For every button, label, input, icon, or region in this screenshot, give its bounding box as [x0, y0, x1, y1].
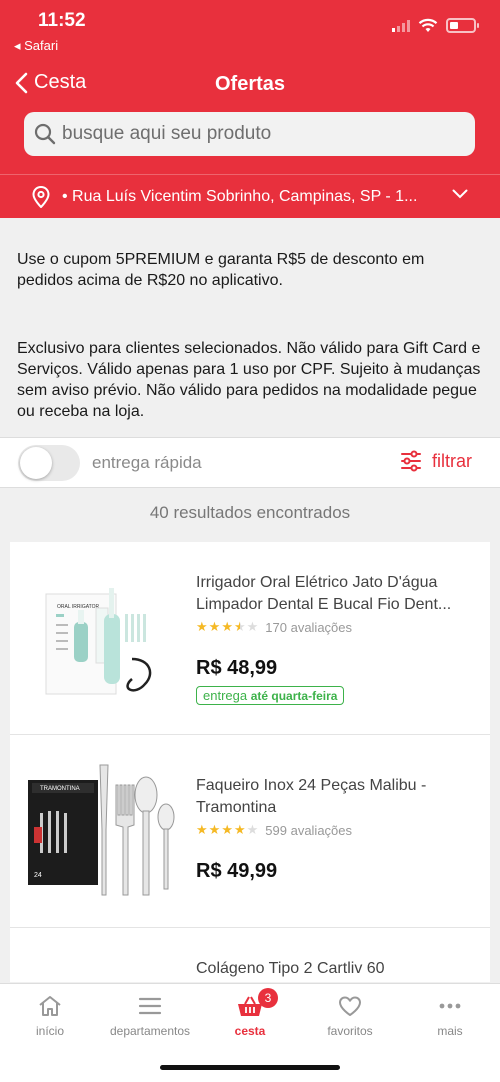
cart-count-badge: 3: [258, 988, 278, 1008]
product-price: R$ 49,99: [196, 860, 278, 882]
product-name[interactable]: Faqueiro Inox 24 Peças Malibu - Tramonti…: [196, 775, 476, 819]
tab-cesta[interactable]: 3 cesta: [200, 988, 300, 1038]
search-input[interactable]: busque aqui seu produto: [24, 112, 475, 156]
tab-label: favoritos: [327, 1024, 373, 1038]
star-icon: ★: [208, 619, 221, 634]
star-icon: ★: [196, 619, 208, 634]
star-icon: ★: [196, 822, 208, 837]
product-price: R$ 48,99: [196, 657, 278, 679]
star-icon: ★: [221, 619, 233, 634]
wifi-icon: [418, 18, 438, 32]
tab-inicio[interactable]: início: [0, 994, 100, 1038]
home-indicator: [160, 1065, 340, 1070]
nav-bar: Cesta Ofertas: [0, 62, 500, 106]
status-bar: 11:52 ◂ Safari: [0, 0, 500, 58]
product-list: ORAL IRRIGATOR Irrigador Oral Elétrico J…: [10, 542, 490, 982]
more-icon: [439, 1003, 461, 1009]
filter-row: entrega rápida filtrar: [0, 437, 500, 488]
product-name[interactable]: Colágeno Tipo 2 Cartliv 60: [196, 958, 476, 980]
box-label: ORAL IRRIGATOR: [57, 604, 100, 610]
filter-label: filtrar: [432, 450, 472, 471]
tab-label: cesta: [234, 1024, 266, 1038]
box-count: 24: [34, 872, 42, 879]
star-icon: ★: [246, 822, 259, 837]
brand-label: TRAMONTINA: [40, 786, 80, 792]
review-count: 599 avaliações: [265, 822, 353, 838]
chevron-down-icon: [452, 189, 468, 199]
product-rating: ★ ★ ★ ★ ★ 170 avaliações: [196, 619, 476, 635]
tab-favoritos[interactable]: favoritos: [300, 994, 400, 1038]
menu-icon: [138, 997, 162, 1015]
delivery-badge: entrega até quarta-feira: [196, 686, 345, 705]
status-time: 11:52: [38, 10, 86, 31]
star-icon: ★: [233, 822, 246, 837]
home-icon: [39, 996, 61, 1016]
filter-button[interactable]: filtrar: [400, 450, 472, 472]
address-selector[interactable]: • Rua Luís Vicentim Sobrinho, Campinas, …: [0, 174, 500, 218]
search-placeholder: busque aqui seu produto: [62, 123, 272, 144]
product-rating: ★ ★ ★ ★ ★ 599 avaliações: [196, 822, 476, 838]
product-image: TRAMONTINA 24: [20, 755, 180, 905]
tab-label: mais: [437, 1024, 463, 1038]
tab-label: início: [35, 1024, 64, 1038]
delivery-prefix: entrega: [203, 688, 248, 703]
sliders-icon: [401, 450, 421, 472]
half-star-icon: ★: [233, 619, 246, 634]
signal-icon: [392, 19, 410, 32]
star-icon: ★: [221, 822, 233, 837]
promo-coupon-text: Use o cupom 5PREMIUM e garanta R$5 de de…: [17, 251, 425, 289]
fast-delivery-toggle[interactable]: [18, 445, 80, 481]
back-to-safari-link[interactable]: ◂ Safari: [14, 38, 58, 54]
product-name[interactable]: Irrigador Oral Elétrico Jato D'água Limp…: [196, 572, 476, 616]
review-count: 170 avaliações: [265, 619, 353, 635]
location-pin-icon: [32, 186, 50, 208]
delivery-when: até quarta-feira: [250, 689, 338, 703]
page-title: Ofertas: [214, 73, 286, 95]
address-text: • Rua Luís Vicentim Sobrinho, Campinas, …: [62, 188, 418, 205]
tab-departamentos[interactable]: departamentos: [100, 994, 200, 1038]
tab-mais[interactable]: mais: [400, 994, 500, 1038]
product-card[interactable]: TRAMONTINA 24 Faqueiro Inox 24 Peças Mal…: [10, 735, 490, 928]
product-card[interactable]: Colágeno Tipo 2 Cartliv 60: [10, 928, 490, 982]
heart-icon: [339, 996, 361, 1016]
tab-label: departamentos: [109, 1024, 191, 1038]
product-image: ORAL IRRIGATOR: [20, 564, 180, 714]
promo-banner: Use o cupom 5PREMIUM e garanta R$5 de de…: [0, 218, 500, 436]
status-icons: [392, 18, 479, 33]
header: 11:52 ◂ Safari Cesta Ofertas busque aqui…: [0, 0, 500, 218]
results-count: 40 resultados encontrados: [149, 503, 351, 522]
star-icon: ★: [208, 822, 221, 837]
battery-icon: [446, 18, 479, 33]
fast-delivery-label: entrega rápida: [92, 453, 202, 472]
product-card[interactable]: ORAL IRRIGATOR Irrigador Oral Elétrico J…: [10, 542, 490, 735]
star-icon: ★: [246, 619, 259, 634]
search-icon: [34, 123, 56, 145]
promo-terms-text: Exclusivo para clientes selecionados. Nã…: [17, 340, 481, 420]
